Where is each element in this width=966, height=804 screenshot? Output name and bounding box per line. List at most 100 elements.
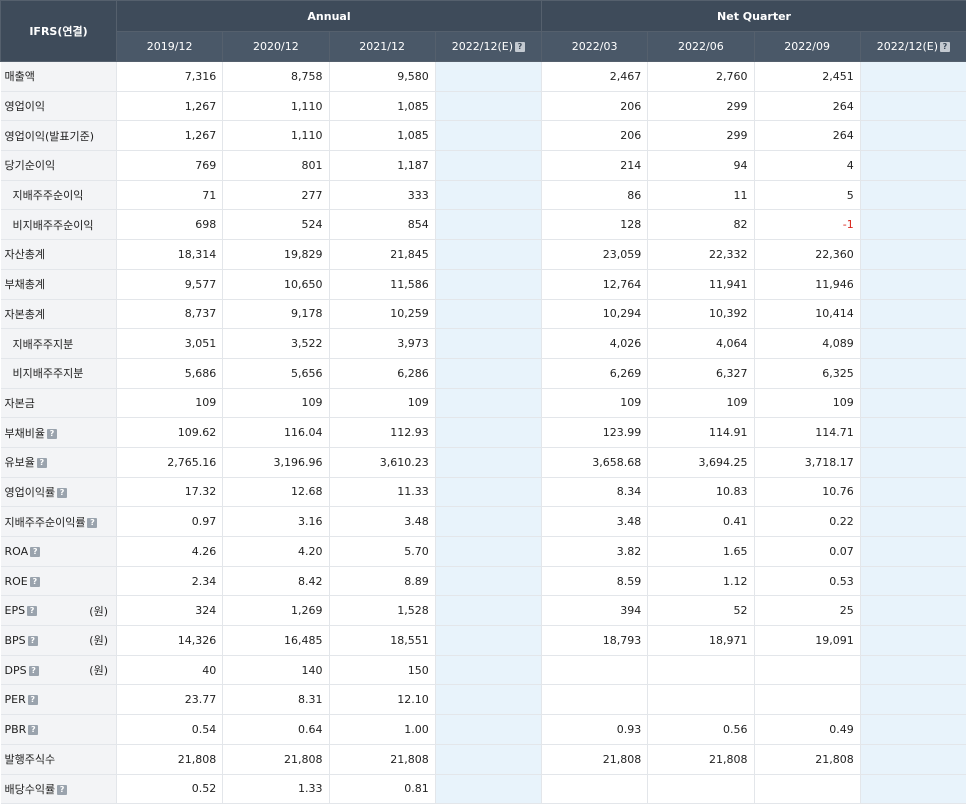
value-cell: 10,392 xyxy=(648,299,754,329)
value-cell xyxy=(860,388,966,418)
value-cell: 112.93 xyxy=(329,418,435,448)
info-icon[interactable]: ? xyxy=(87,518,97,528)
unit-label: (원) xyxy=(89,632,108,648)
period-label: 2021/12 xyxy=(359,40,405,53)
value-cell: 23.77 xyxy=(117,685,223,715)
period-label: 2022/06 xyxy=(678,40,724,53)
value-cell: 3,658.68 xyxy=(542,447,648,477)
value-cell xyxy=(860,507,966,537)
value-cell: 109 xyxy=(117,388,223,418)
value-cell: 2,760 xyxy=(648,62,754,92)
value-cell: 10,259 xyxy=(329,299,435,329)
value-cell: 11,941 xyxy=(648,269,754,299)
row-label: DPS xyxy=(5,664,27,677)
value-cell xyxy=(860,91,966,121)
value-cell: 4,089 xyxy=(754,329,860,359)
value-cell: 11,946 xyxy=(754,269,860,299)
row-label-cell: 배당수익률? xyxy=(1,774,117,804)
row-label-cell: 비지배주주순이익 xyxy=(1,210,117,240)
value-cell: 8,737 xyxy=(117,299,223,329)
value-cell: 4.20 xyxy=(223,537,329,567)
value-cell: 21,808 xyxy=(223,744,329,774)
info-icon[interactable]: ? xyxy=(28,695,38,705)
value-cell: 25 xyxy=(754,596,860,626)
value-cell: 18,551 xyxy=(329,626,435,656)
info-icon[interactable]: ? xyxy=(28,636,38,646)
value-cell: 5.70 xyxy=(329,537,435,567)
value-cell: 10.76 xyxy=(754,477,860,507)
row-label: 배당수익률 xyxy=(5,783,56,796)
value-cell xyxy=(648,655,754,685)
info-icon[interactable]: ? xyxy=(57,488,67,498)
info-icon[interactable]: ? xyxy=(47,429,57,439)
value-cell: 1,267 xyxy=(117,91,223,121)
row-label: 영업이익(발표기준) xyxy=(5,130,95,143)
value-cell: 3,694.25 xyxy=(648,447,754,477)
value-cell xyxy=(860,210,966,240)
value-cell: 801 xyxy=(223,151,329,181)
row-label: 비지배주주순이익 xyxy=(13,219,94,232)
table-row: ROA?4.264.205.703.821.650.07 xyxy=(1,537,966,567)
info-icon[interactable]: ? xyxy=(57,785,67,795)
table-row: 지배주주순이익률?0.973.163.483.480.410.22 xyxy=(1,507,966,537)
value-cell: 17.32 xyxy=(117,477,223,507)
value-cell: 1.00 xyxy=(329,715,435,745)
value-cell: 19,091 xyxy=(754,626,860,656)
value-cell: 18,314 xyxy=(117,240,223,270)
row-label: 발행주식수 xyxy=(5,753,56,766)
period-label: 2022/12(E) xyxy=(877,40,938,53)
value-cell xyxy=(435,121,541,151)
row-label: 자산총계 xyxy=(5,248,45,261)
estimate-info-icon[interactable]: ? xyxy=(515,42,525,52)
value-cell: 324 xyxy=(117,596,223,626)
row-label: 부채비율 xyxy=(5,427,45,440)
value-cell: 4 xyxy=(754,151,860,181)
value-cell xyxy=(860,121,966,151)
row-label-cell: 자본총계 xyxy=(1,299,117,329)
row-label: ROA xyxy=(5,545,29,558)
value-cell xyxy=(860,418,966,448)
value-cell xyxy=(648,774,754,804)
value-cell: 3,522 xyxy=(223,329,329,359)
row-label-cell: 지배주주순이익률? xyxy=(1,507,117,537)
value-cell: 1.65 xyxy=(648,537,754,567)
table-row: 비지배주주순이익69852485412882-1 xyxy=(1,210,966,240)
estimate-info-icon[interactable]: ? xyxy=(940,42,950,52)
table-corner-header: IFRS(연결) xyxy=(1,1,117,62)
value-cell xyxy=(435,744,541,774)
table-row: 지배주주순이익7127733386115 xyxy=(1,180,966,210)
value-cell: 4,064 xyxy=(648,329,754,359)
value-cell: 109 xyxy=(648,388,754,418)
value-cell: 214 xyxy=(542,151,648,181)
info-icon[interactable]: ? xyxy=(30,547,40,557)
info-icon[interactable]: ? xyxy=(27,606,37,616)
value-cell: 394 xyxy=(542,596,648,626)
row-label-cell: 지배주주순이익 xyxy=(1,180,117,210)
row-label: PBR xyxy=(5,723,27,736)
value-cell xyxy=(860,447,966,477)
period-header: 2022/12(E)? xyxy=(860,32,966,62)
value-cell: 3,051 xyxy=(117,329,223,359)
value-cell xyxy=(860,329,966,359)
info-icon[interactable]: ? xyxy=(30,577,40,587)
value-cell: 0.07 xyxy=(754,537,860,567)
value-cell xyxy=(435,447,541,477)
value-cell: 2.34 xyxy=(117,566,223,596)
value-cell xyxy=(435,388,541,418)
value-cell: 2,451 xyxy=(754,62,860,92)
table-row: PER?23.778.3112.10 xyxy=(1,685,966,715)
value-cell: 40 xyxy=(117,655,223,685)
financial-summary-table: IFRS(연결) Annual Net Quarter 2019/122020/… xyxy=(0,0,966,804)
value-cell: 52 xyxy=(648,596,754,626)
value-cell: 1,269 xyxy=(223,596,329,626)
value-cell: 3.16 xyxy=(223,507,329,537)
value-cell: 299 xyxy=(648,121,754,151)
info-icon[interactable]: ? xyxy=(37,458,47,468)
info-icon[interactable]: ? xyxy=(28,725,38,735)
row-label: 자본금 xyxy=(5,397,35,410)
value-cell: 11.33 xyxy=(329,477,435,507)
value-cell: 10,414 xyxy=(754,299,860,329)
value-cell: 264 xyxy=(754,121,860,151)
info-icon[interactable]: ? xyxy=(29,666,39,676)
value-cell: 23,059 xyxy=(542,240,648,270)
